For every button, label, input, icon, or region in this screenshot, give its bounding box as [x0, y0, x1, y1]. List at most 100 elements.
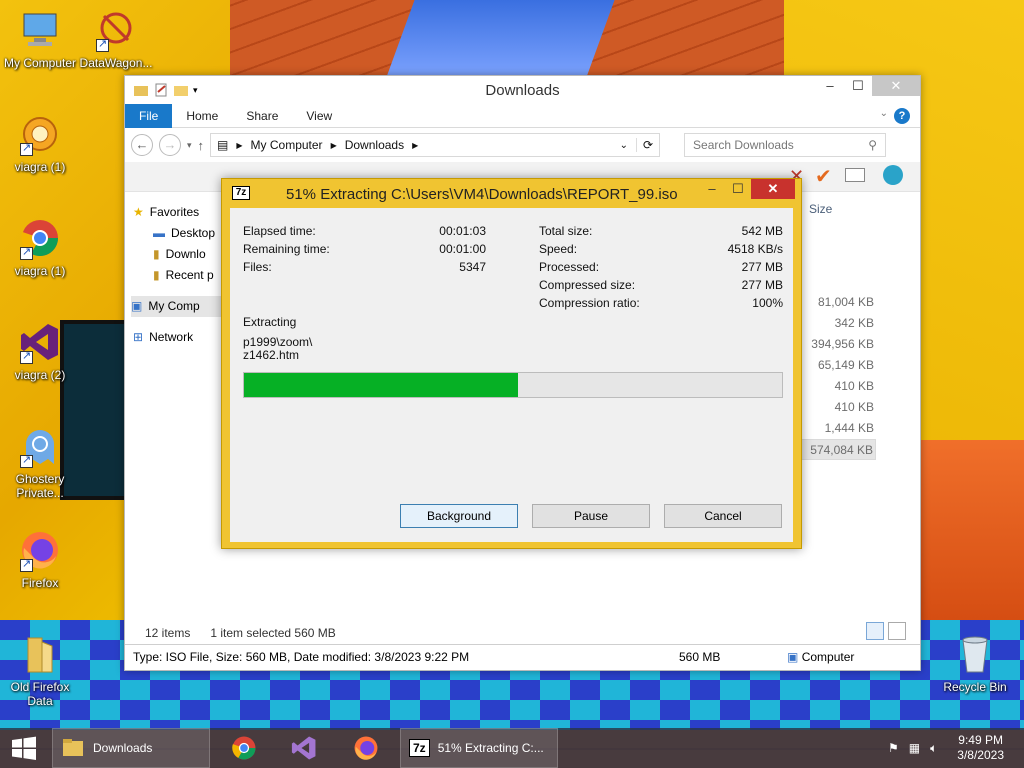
desktop-icon-datawagon[interactable]: DataWagon... — [76, 8, 156, 70]
desktop-icon-viagra-2[interactable]: viagra (2) — [0, 320, 80, 382]
mandala-icon — [18, 112, 62, 156]
firefox-icon — [18, 528, 62, 572]
stat-value: 00:01:03 — [439, 224, 486, 238]
windows-logo-icon — [12, 736, 36, 760]
network-icon[interactable]: ▦ — [909, 741, 920, 755]
ribbon-tabs: File Home Share View ⌄ ? — [125, 103, 920, 128]
desktop-icon-ghostery[interactable]: Ghostery Private... — [0, 424, 80, 500]
desktop-icon-viagra-1[interactable]: viagra (1) — [0, 112, 80, 174]
desktop-icon-old-firefox-data[interactable]: Old Firefox Data — [0, 632, 80, 708]
desktop-icon-label: Recycle Bin — [943, 680, 1007, 694]
search-input[interactable]: Search Downloads ⚲ — [684, 133, 887, 157]
maximize-button[interactable]: ☐ — [725, 179, 751, 199]
details-view-icon[interactable] — [866, 622, 884, 640]
desktop-icon-label: Firefox — [21, 576, 59, 590]
flag-icon[interactable]: ⚑ — [888, 741, 899, 755]
location-label: Computer — [801, 650, 855, 664]
explorer-titlebar[interactable]: ▾ Downloads – ☐ ✕ — [125, 76, 920, 104]
stat-label: Compressed size: — [539, 278, 636, 292]
search-placeholder: Search Downloads — [693, 138, 794, 152]
address-bar[interactable]: ▤ ▶ My Computer ▶ Downloads ▶ ⌄ ⟳ — [210, 133, 661, 157]
ghostery-icon — [18, 424, 62, 468]
stat-value: 277 MB — [741, 260, 783, 274]
extraction-progress-bar — [243, 372, 783, 398]
help-icon[interactable]: ? — [894, 108, 910, 124]
desktop-icon-recycle-bin[interactable]: Recycle Bin — [935, 632, 1015, 694]
extracting-label: Extracting — [243, 315, 297, 329]
taskbar-7zip[interactable]: 7z 51% Extracting C:... — [400, 728, 558, 768]
maximize-button[interactable]: ☐ — [844, 76, 872, 96]
chevron-down-icon[interactable]: ⌄ — [620, 140, 628, 151]
stat-value: 5347 — [459, 260, 486, 274]
close-button[interactable]: ✕ — [872, 76, 920, 96]
breadcrumb-separator-icon: ▶ — [330, 140, 337, 150]
visual-studio-icon — [18, 320, 62, 364]
minimize-button[interactable]: – — [816, 76, 844, 96]
minimize-button[interactable]: – — [699, 179, 725, 199]
checkmark-icon[interactable]: ✔ — [815, 164, 832, 189]
chevron-down-icon[interactable]: ⌄ — [880, 108, 888, 119]
taskbar-7zip-label: 51% Extracting C:... — [437, 741, 544, 755]
stat-processed: Processed: 277 MB — [539, 260, 783, 276]
stat-value: 00:01:00 — [439, 242, 486, 256]
desktop-icon-viagra-chrome[interactable]: viagra (1) — [0, 216, 80, 278]
start-button[interactable] — [0, 728, 48, 768]
clock-date: 3/8/2023 — [957, 748, 1004, 762]
system-tray: ⚑ ▦ 🔈︎ 9:49 PM 3/8/2023 — [888, 728, 1004, 768]
dialog-titlebar[interactable]: 7z 51% Extracting C:\Users\VM4\Downloads… — [222, 179, 801, 207]
shortcut-arrow-icon — [20, 141, 33, 156]
breadcrumb-downloads[interactable]: Downloads — [345, 138, 404, 152]
tab-share[interactable]: Share — [232, 104, 292, 128]
7zip-logo-icon: 7z — [232, 186, 250, 200]
nav-label: My Comp — [148, 299, 200, 313]
file-details-size: 560 MB — [679, 650, 721, 664]
large-icons-view-icon[interactable] — [888, 622, 906, 640]
recent-locations-icon[interactable]: ▾ — [187, 140, 192, 151]
taskbar-chrome[interactable] — [218, 728, 270, 768]
breadcrumb-separator-icon: ▶ — [236, 140, 243, 150]
properties-icon[interactable] — [845, 168, 865, 182]
up-arrow-icon[interactable]: ↑ — [198, 138, 205, 153]
tab-file[interactable]: File — [125, 103, 173, 128]
refresh-icon[interactable]: ⟳ — [635, 138, 659, 152]
shortcut-arrow-icon — [20, 245, 33, 260]
desktop-icon-label: viagra (1) — [14, 264, 66, 278]
nav-label: Network — [149, 330, 194, 344]
background-button[interactable]: Background — [400, 504, 518, 528]
shortcut-arrow-icon — [20, 349, 33, 364]
column-header-size[interactable]: Size — [809, 202, 832, 216]
breadcrumb-my-computer[interactable]: My Computer — [251, 138, 323, 152]
folder-icon — [18, 632, 62, 676]
clock-time: 9:49 PM — [958, 733, 1003, 747]
explorer-title: Downloads — [485, 82, 560, 99]
desktop-icon-label: DataWagon... — [79, 56, 153, 70]
clock[interactable]: 9:49 PM 3/8/2023 — [957, 733, 1004, 763]
datawagon-icon — [94, 8, 138, 52]
nav-label: Favorites — [149, 205, 200, 219]
stat-label: Total size: — [539, 224, 593, 238]
taskbar-explorer[interactable]: Downloads — [52, 728, 210, 768]
stat-remaining-time: Remaining time: 00:01:00 — [243, 242, 486, 258]
nav-label: Recent p — [165, 268, 214, 282]
chrome-icon — [232, 736, 256, 760]
desktop-icon-firefox[interactable]: Firefox — [0, 528, 80, 590]
desktop-icon-label: viagra (1) — [14, 160, 66, 174]
tab-home[interactable]: Home — [172, 104, 232, 128]
pause-button[interactable]: Pause — [532, 504, 650, 528]
cancel-button[interactable]: Cancel — [664, 504, 782, 528]
close-button[interactable]: ✕ — [751, 179, 795, 199]
volume-icon[interactable]: 🔈︎ — [930, 741, 937, 756]
shortcut-arrow-icon — [96, 37, 109, 52]
desktop-icon-my-computer[interactable]: My Computer — [0, 8, 80, 70]
current-path: p1999\zoom\ — [243, 335, 313, 349]
forward-button[interactable]: → — [159, 134, 181, 156]
extraction-dialog: 7z 51% Extracting C:\Users\VM4\Downloads… — [221, 178, 802, 549]
progress-fill — [244, 373, 519, 397]
nav-label: Desktop — [171, 226, 216, 240]
desktop-icon-label: Ghostery Private... — [15, 472, 65, 500]
globe-icon[interactable] — [883, 165, 903, 185]
tab-view[interactable]: View — [292, 104, 346, 128]
taskbar-firefox[interactable] — [340, 728, 392, 768]
taskbar-visual-studio[interactable] — [278, 728, 330, 768]
back-button[interactable]: ← — [131, 134, 153, 156]
